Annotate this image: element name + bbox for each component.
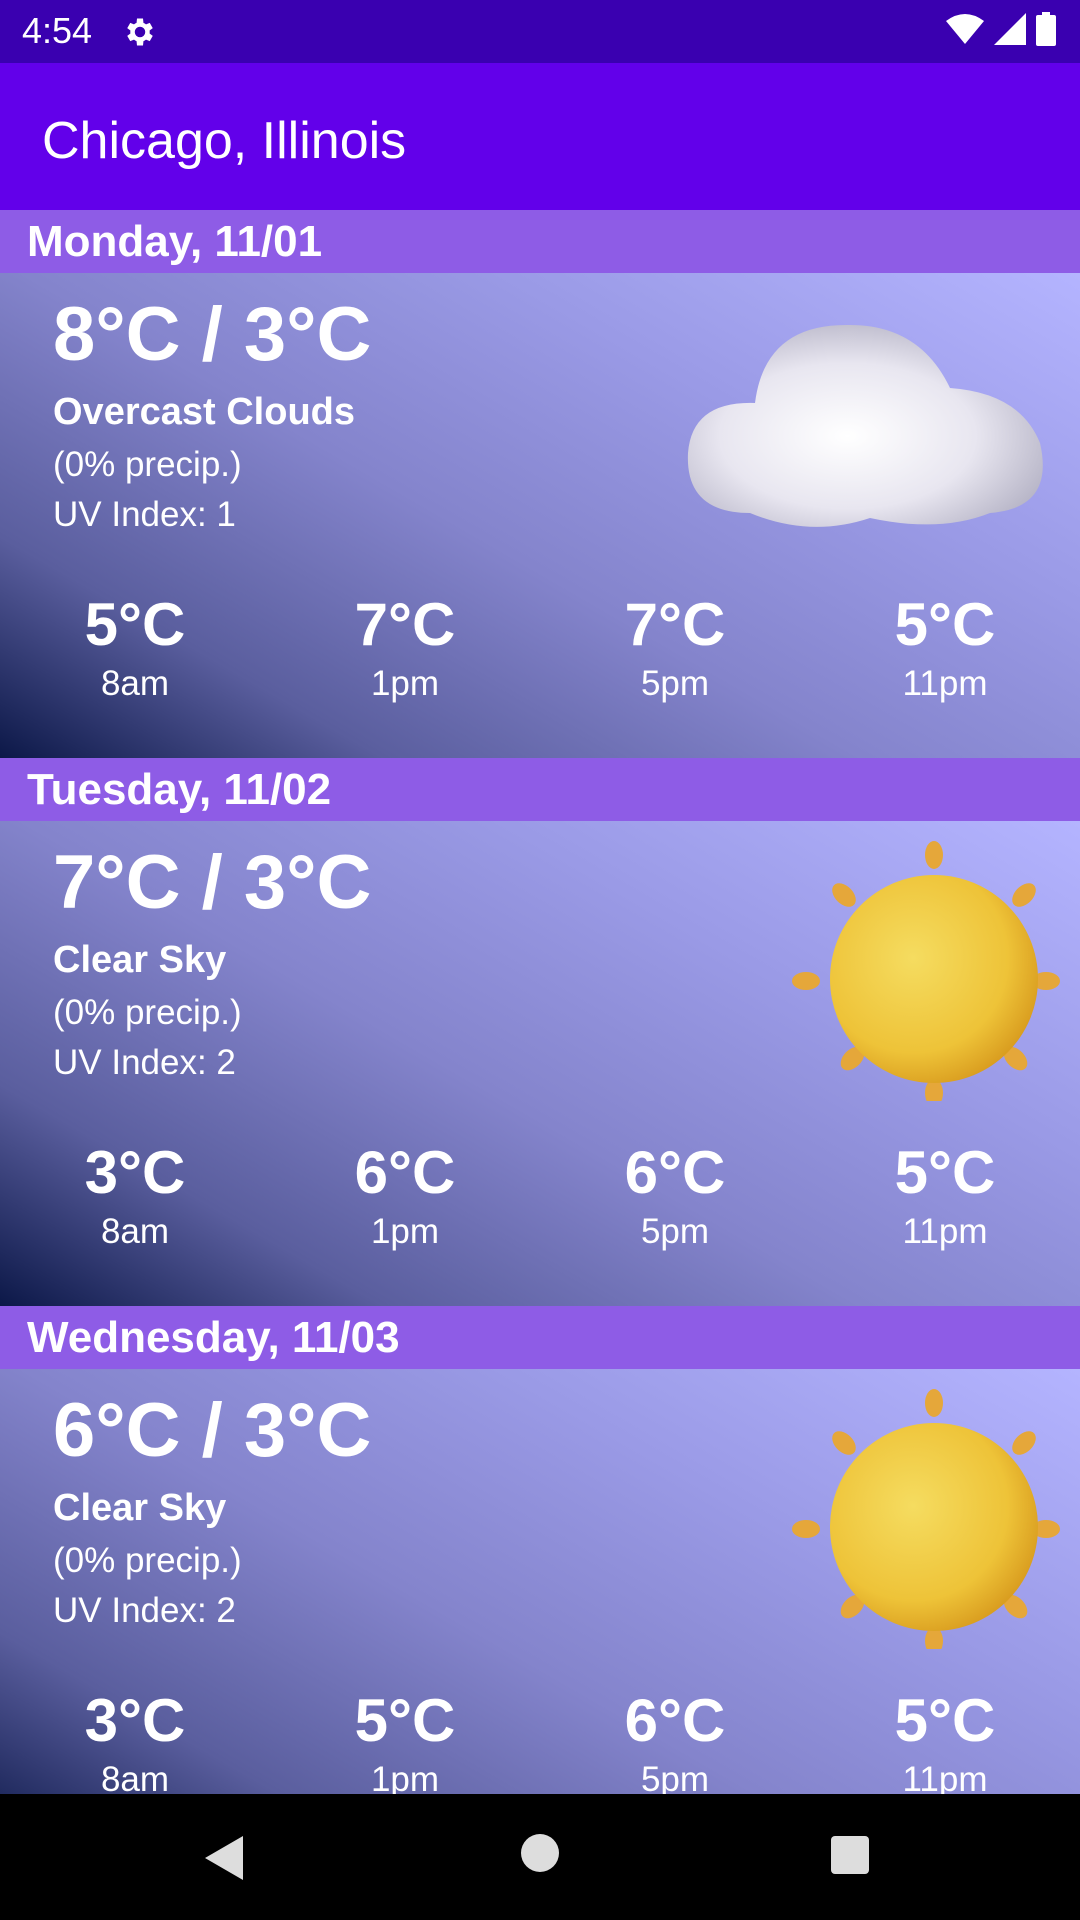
sun-icon — [792, 841, 1060, 1101]
hourly-item: 5°C 8am — [0, 593, 270, 711]
day-body: 7°C / 3°C Clear Sky (0% precip.) UV Inde… — [0, 821, 1080, 1306]
hourly-temp: 7°C — [624, 591, 726, 658]
settings-gear-icon — [127, 18, 153, 46]
hourly-temp: 6°C — [354, 1139, 456, 1206]
condition-label: Clear Sky — [53, 939, 227, 981]
wifi-icon — [946, 14, 984, 44]
hourly-item: 6°C 5pm — [540, 1687, 810, 1795]
hourly-time: 1pm — [370, 664, 440, 703]
hourly-temp: 6°C — [624, 1687, 726, 1754]
hourly-temp: 6°C — [624, 1139, 726, 1206]
day-card[interactable]: Tuesday, 11/02 7°C / 3°C Clear Sky (0% p… — [0, 758, 1080, 1306]
battery-icon — [1036, 12, 1056, 46]
hourly-item: 5°C 11pm — [810, 1141, 1080, 1259]
hourly-temp: 5°C — [894, 1139, 996, 1206]
hourly-item: 7°C 5pm — [540, 593, 810, 711]
home-icon[interactable] — [521, 1834, 559, 1872]
day-header: Monday, 11/01 — [0, 210, 1080, 273]
temp-range: 8°C / 3°C — [53, 292, 372, 377]
hourly-item: 3°C 8am — [0, 1141, 270, 1259]
hourly-forecast: 3°C 8am 6°C 1pm 6°C 5pm 5°C 11pm — [0, 1141, 1080, 1259]
precip-label: (0% precip.) — [53, 993, 242, 1032]
hourly-item: 7°C 1pm — [270, 593, 540, 711]
uv-index-label: UV Index: 2 — [53, 1591, 236, 1630]
precip-label: (0% precip.) — [53, 1541, 242, 1580]
condition-label: Clear Sky — [53, 1487, 227, 1529]
back-icon[interactable] — [205, 1836, 245, 1880]
hourly-temp: 5°C — [894, 591, 996, 658]
page-title: Chicago, Illinois — [42, 112, 407, 170]
hourly-time: 8am — [100, 664, 170, 703]
day-header: Tuesday, 11/02 — [0, 758, 1080, 821]
forecast-list[interactable]: Monday, 11/01 8°C / 3°C Overcast Clouds … — [0, 210, 1080, 1794]
temp-range: 7°C / 3°C — [53, 840, 372, 925]
condition-label: Overcast Clouds — [53, 391, 355, 433]
status-time: 4:54 — [22, 10, 93, 51]
hourly-item: 5°C 11pm — [810, 593, 1080, 711]
hourly-time: 1pm — [370, 1760, 440, 1794]
hourly-time: 8am — [100, 1212, 170, 1251]
temp-range: 6°C / 3°C — [53, 1388, 372, 1473]
status-bar: 4:54 — [0, 0, 1080, 63]
hourly-item: 6°C 1pm — [270, 1141, 540, 1259]
cell-signal-icon — [994, 13, 1026, 45]
cloud-icon — [687, 324, 1043, 527]
hourly-forecast: 3°C 8am 5°C 1pm 6°C 5pm 5°C 11pm — [0, 1687, 1080, 1795]
hourly-temp: 5°C — [354, 1687, 456, 1754]
hourly-item: 6°C 5pm — [540, 1141, 810, 1259]
day-body: 6°C / 3°C Clear Sky (0% precip.) UV Inde… — [0, 1369, 1080, 1794]
hourly-time: 5pm — [640, 664, 710, 703]
hourly-temp: 7°C — [354, 591, 456, 658]
hourly-temp: 3°C — [84, 1139, 186, 1206]
hourly-temp: 5°C — [894, 1687, 996, 1754]
hourly-time: 8am — [100, 1760, 170, 1794]
app-bar: Chicago, Illinois — [0, 63, 1080, 210]
day-body: 8°C / 3°C Overcast Clouds (0% precip.) U… — [0, 273, 1080, 758]
hourly-time: 11pm — [902, 1760, 988, 1794]
day-header: Wednesday, 11/03 — [0, 1306, 1080, 1369]
uv-index-label: UV Index: 1 — [53, 495, 236, 534]
hourly-temp: 3°C — [84, 1687, 186, 1754]
hourly-time: 11pm — [902, 664, 988, 703]
hourly-temp: 5°C — [84, 591, 186, 658]
navigation-bar — [0, 1794, 1080, 1920]
precip-label: (0% precip.) — [53, 445, 242, 484]
hourly-forecast: 5°C 8am 7°C 1pm 7°C 5pm 5°C 11pm — [0, 593, 1080, 711]
hourly-item: 3°C 8am — [0, 1687, 270, 1795]
hourly-time: 11pm — [902, 1212, 988, 1251]
sun-icon — [792, 1389, 1060, 1649]
day-card[interactable]: Monday, 11/01 8°C / 3°C Overcast Clouds … — [0, 210, 1080, 758]
hourly-time: 5pm — [640, 1212, 710, 1251]
hourly-item: 5°C 11pm — [810, 1687, 1080, 1795]
uv-index-label: UV Index: 2 — [53, 1043, 236, 1082]
hourly-time: 1pm — [370, 1212, 440, 1251]
hourly-item: 5°C 1pm — [270, 1687, 540, 1795]
day-card[interactable]: Wednesday, 11/03 6°C / 3°C Clear Sky (0%… — [0, 1306, 1080, 1794]
hourly-time: 5pm — [640, 1760, 710, 1794]
recents-icon[interactable] — [831, 1836, 869, 1874]
